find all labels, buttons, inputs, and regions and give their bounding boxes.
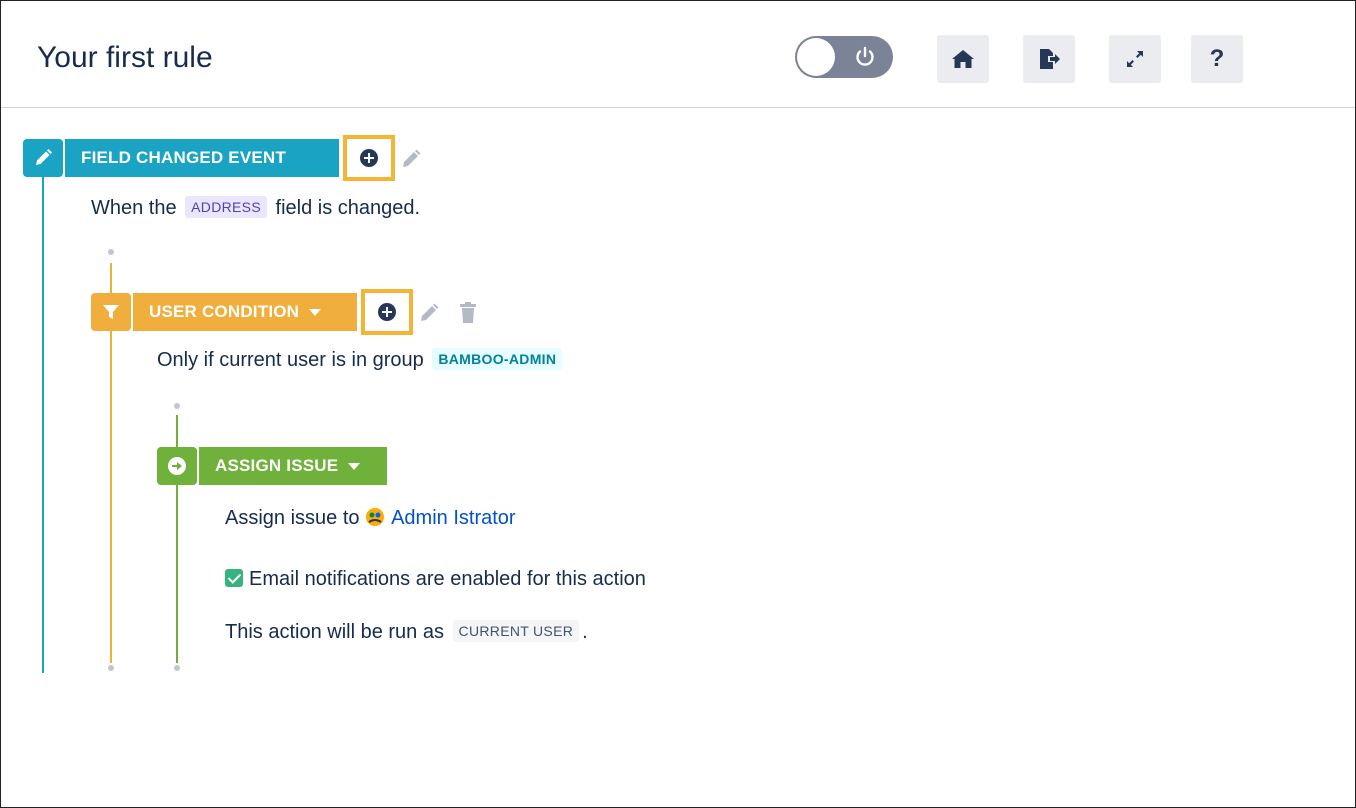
connector-dot [174, 403, 180, 409]
export-button[interactable] [1023, 35, 1075, 83]
chevron-down-icon [348, 462, 361, 470]
home-icon [952, 50, 974, 68]
group-tag: BAMBOO-ADMIN [432, 348, 563, 370]
action-label: ASSIGN ISSUE [215, 456, 339, 475]
trigger-connector-line [42, 171, 44, 673]
run-as-description: This action will be run as CURRENT USER. [225, 620, 588, 644]
trigger-label: FIELD CHANGED EVENT [81, 148, 286, 167]
add-component-button[interactable] [361, 289, 413, 335]
plus-circle-icon [360, 149, 378, 167]
field-tag: ADDRESS [185, 196, 267, 218]
connector-dot [108, 249, 114, 255]
filter-icon [91, 293, 131, 331]
assign-description: Assign issue to Admin Istrator [225, 507, 516, 530]
expand-icon [1127, 51, 1143, 67]
condition-badge[interactable]: USER CONDITION [133, 293, 357, 331]
power-icon [856, 46, 874, 66]
email-note-text: Email notifications are enabled for this… [249, 568, 646, 590]
condition-description-pre: Only if current user is in group [157, 349, 424, 371]
condition-label: USER CONDITION [149, 302, 300, 321]
trigger-pencil-icon [23, 139, 63, 177]
action-badge[interactable]: ASSIGN ISSUE [199, 447, 387, 485]
plus-circle-icon [378, 303, 396, 321]
add-component-button[interactable] [343, 135, 395, 181]
arrow-circle-icon [157, 447, 197, 485]
run-as-tag: CURRENT USER [452, 620, 580, 642]
assign-pre: Assign issue to [225, 507, 360, 529]
help-icon: ? [1209, 45, 1225, 72]
run-as-pre: This action will be run as [225, 621, 444, 643]
edit-icon[interactable] [417, 301, 441, 325]
email-notification-note: Email notifications are enabled for this… [225, 568, 646, 591]
help-button[interactable]: ? [1191, 35, 1243, 83]
rule-enabled-toggle[interactable] [795, 36, 893, 78]
export-icon [1040, 49, 1060, 69]
assignee-link[interactable]: Admin Istrator [391, 507, 515, 529]
home-button[interactable] [937, 35, 989, 83]
trigger-description-post: field is changed. [275, 197, 421, 219]
chevron-down-icon [309, 308, 322, 316]
toggle-knob [797, 38, 835, 76]
trigger-description-pre: When the [91, 197, 177, 219]
connector-dot [108, 665, 114, 671]
condition-description: Only if current user is in group BAMBOO-… [157, 348, 565, 372]
connector-dot [174, 665, 180, 671]
rule-header: Your first rule ? [1, 1, 1355, 108]
rule-editor: Your first rule ? FIELD CHANGED EVENT Wh… [0, 0, 1356, 808]
trash-icon[interactable] [457, 301, 479, 325]
trigger-badge[interactable]: FIELD CHANGED EVENT [65, 139, 339, 177]
rule-title: Your first rule [37, 41, 213, 74]
edit-icon[interactable] [399, 147, 423, 171]
run-as-post: . [582, 621, 588, 643]
user-avatar-icon [366, 508, 385, 526]
checkbox-checked-icon [225, 569, 243, 587]
expand-button[interactable] [1109, 35, 1161, 83]
trigger-description: When the ADDRESS field is changed. [91, 196, 420, 220]
